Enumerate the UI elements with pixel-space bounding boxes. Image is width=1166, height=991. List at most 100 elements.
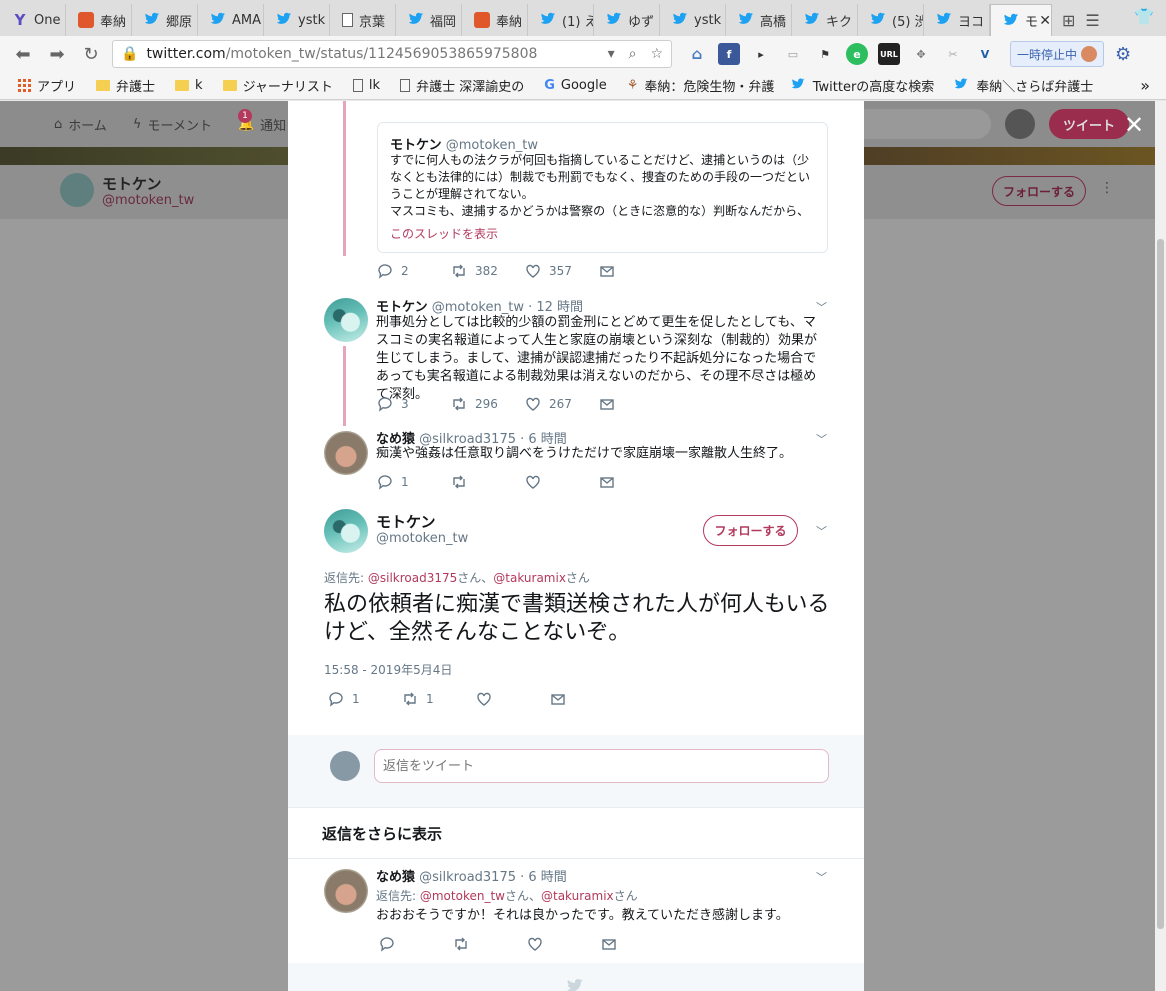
- browser-tab[interactable]: AMA: [198, 4, 264, 36]
- close-icon[interactable]: ✕: [1124, 113, 1144, 137]
- main-tweet-author-handle[interactable]: @motoken_tw: [376, 531, 468, 546]
- more-icon[interactable]: ⋮: [1100, 180, 1114, 196]
- browser-tab[interactable]: (1) え: [528, 4, 594, 36]
- mention-link[interactable]: @silkroad3175: [368, 571, 457, 585]
- like-button[interactable]: [525, 474, 599, 490]
- message-button[interactable]: [601, 936, 621, 952]
- bookmark-item[interactable]: アプリ: [10, 76, 84, 95]
- message-button[interactable]: [599, 396, 619, 412]
- facebook-icon[interactable]: f: [718, 43, 740, 65]
- sync-paused-button[interactable]: 一時停止中: [1010, 41, 1105, 67]
- user-avatar[interactable]: [1005, 109, 1035, 139]
- bookmark-item[interactable]: ジャーナリスト: [215, 76, 341, 95]
- browser-tab[interactable]: モ ✕: [990, 4, 1052, 36]
- reply-button[interactable]: 1: [328, 691, 402, 707]
- main-tweet-timestamp[interactable]: 15:58 - 2019年5月4日: [324, 661, 452, 678]
- browser-tab[interactable]: 奉納: [66, 4, 132, 36]
- reply-button[interactable]: [379, 936, 453, 952]
- chevron-down-icon[interactable]: ﹀: [816, 299, 827, 315]
- bookmark-item[interactable]: ⚘ 奉納：危険生物・弁護: [619, 76, 779, 95]
- tab-list-icon[interactable]: ☰: [1085, 11, 1099, 30]
- bookmark-item[interactable]: 弁護士: [88, 76, 163, 95]
- puzzle-icon[interactable]: ✂: [942, 43, 964, 65]
- back-arrow-icon[interactable]: ⬅: [10, 41, 36, 67]
- profile-avatar[interactable]: [60, 173, 94, 207]
- like-button[interactable]: [476, 691, 550, 707]
- page-scrollbar[interactable]: [1155, 101, 1166, 991]
- close-tab-icon[interactable]: ✕: [1039, 13, 1051, 29]
- bookmark-item[interactable]: Twitterの高度な検索: [783, 76, 943, 95]
- bookmark-item[interactable]: G Google: [536, 78, 615, 93]
- main-tweet-avatar[interactable]: [324, 509, 368, 553]
- browser-tab[interactable]: ヨコ: [924, 4, 990, 36]
- author-name[interactable]: なめ猿: [376, 870, 415, 885]
- bookmark-item[interactable]: lk: [345, 78, 388, 93]
- like-button[interactable]: 357: [525, 263, 599, 279]
- profile-handle[interactable]: @motoken_tw: [102, 193, 194, 208]
- play-icon[interactable]: ▸: [750, 43, 772, 65]
- settings-gear-icon[interactable]: ⚙: [1112, 43, 1134, 65]
- forward-arrow-icon[interactable]: ➡: [44, 41, 70, 67]
- retweet-button[interactable]: 1: [402, 691, 476, 707]
- home-icon[interactable]: ⌂: [686, 43, 708, 65]
- bookmark-item[interactable]: 弁護士 深澤諭史の: [392, 76, 532, 95]
- mention-link[interactable]: @takuramix: [541, 889, 614, 903]
- reply-input[interactable]: [374, 749, 829, 783]
- author-handle[interactable]: @silkroad3175: [419, 870, 516, 885]
- like-button[interactable]: [527, 936, 601, 952]
- browser-tab[interactable]: 奉納: [462, 4, 528, 36]
- retweet-button[interactable]: [453, 936, 527, 952]
- bookmark-item[interactable]: 奉納＼さらば弁護士: [946, 76, 1101, 95]
- avatar[interactable]: [324, 298, 368, 342]
- nav-home[interactable]: ⌂ ホーム: [54, 115, 107, 134]
- follow-button[interactable]: フォローする: [703, 515, 798, 546]
- more-replies-link[interactable]: 返信をさらに表示: [322, 823, 442, 844]
- browser-tab[interactable]: (5) 渋: [858, 4, 924, 36]
- reload-icon[interactable]: ↻: [78, 41, 104, 67]
- scrollbar-thumb[interactable]: [1157, 239, 1164, 929]
- avatar[interactable]: [324, 869, 368, 913]
- show-thread-link[interactable]: このスレッドを表示: [390, 225, 498, 242]
- retweet-button[interactable]: [451, 474, 525, 490]
- address-bar[interactable]: 🔒 twitter.com/motoken_tw/status/11245690…: [112, 40, 672, 68]
- reader-icon[interactable]: ▭: [782, 43, 804, 65]
- message-button[interactable]: [599, 474, 619, 490]
- dropdown-icon[interactable]: ▾: [608, 46, 615, 62]
- avatar[interactable]: [324, 431, 368, 475]
- bookmarks-overflow-icon[interactable]: »: [1140, 76, 1166, 95]
- url-shortener-icon[interactable]: URL: [878, 43, 900, 65]
- new-tab-icon[interactable]: ⊞: [1062, 11, 1075, 30]
- like-button[interactable]: 267: [525, 396, 599, 412]
- chevron-down-icon[interactable]: ﹀: [816, 523, 827, 539]
- move-icon[interactable]: ✥: [910, 43, 932, 65]
- profile-follow-button[interactable]: フォローする: [992, 176, 1086, 206]
- retweet-button[interactable]: 296: [451, 396, 525, 412]
- evernote-icon[interactable]: e: [846, 43, 868, 65]
- author-name[interactable]: モトケン: [376, 300, 428, 315]
- message-button[interactable]: [550, 691, 570, 707]
- retweet-button[interactable]: 382: [451, 263, 525, 279]
- browser-tab[interactable]: ystk: [660, 4, 726, 36]
- browser-tab[interactable]: 福岡: [396, 4, 462, 36]
- reply-button[interactable]: 1: [377, 474, 451, 490]
- mention-link[interactable]: @motoken_tw: [420, 889, 505, 903]
- profile-name[interactable]: モトケン: [102, 173, 162, 194]
- quoted-tweet[interactable]: モトケン @motoken_tw すでに何人もの法クラが何回も指摘していることだ…: [377, 122, 828, 253]
- mention-link[interactable]: @takuramix: [493, 571, 566, 585]
- star-icon[interactable]: ☆: [650, 46, 663, 62]
- browser-tab[interactable]: キク: [792, 4, 858, 36]
- browser-tab[interactable]: ystk: [264, 4, 330, 36]
- browser-tab[interactable]: 京葉: [330, 4, 396, 36]
- tweet-time[interactable]: · 6 時間: [520, 870, 567, 885]
- browser-tab[interactable]: 郷原: [132, 4, 198, 36]
- browser-tab[interactable]: 高橋: [726, 4, 792, 36]
- reply-button[interactable]: 3: [377, 396, 451, 412]
- vpn-icon[interactable]: V: [974, 43, 996, 65]
- author-handle[interactable]: @motoken_tw: [432, 300, 524, 315]
- browser-shirt-icon[interactable]: 👕: [1134, 7, 1166, 36]
- search-input[interactable]: [851, 109, 991, 139]
- bookmark-icon[interactable]: ⚑: [814, 43, 836, 65]
- chevron-down-icon[interactable]: ﹀: [816, 869, 827, 885]
- browser-tab[interactable]: Y One: [0, 4, 66, 36]
- zoom-icon[interactable]: ⌕: [629, 46, 637, 62]
